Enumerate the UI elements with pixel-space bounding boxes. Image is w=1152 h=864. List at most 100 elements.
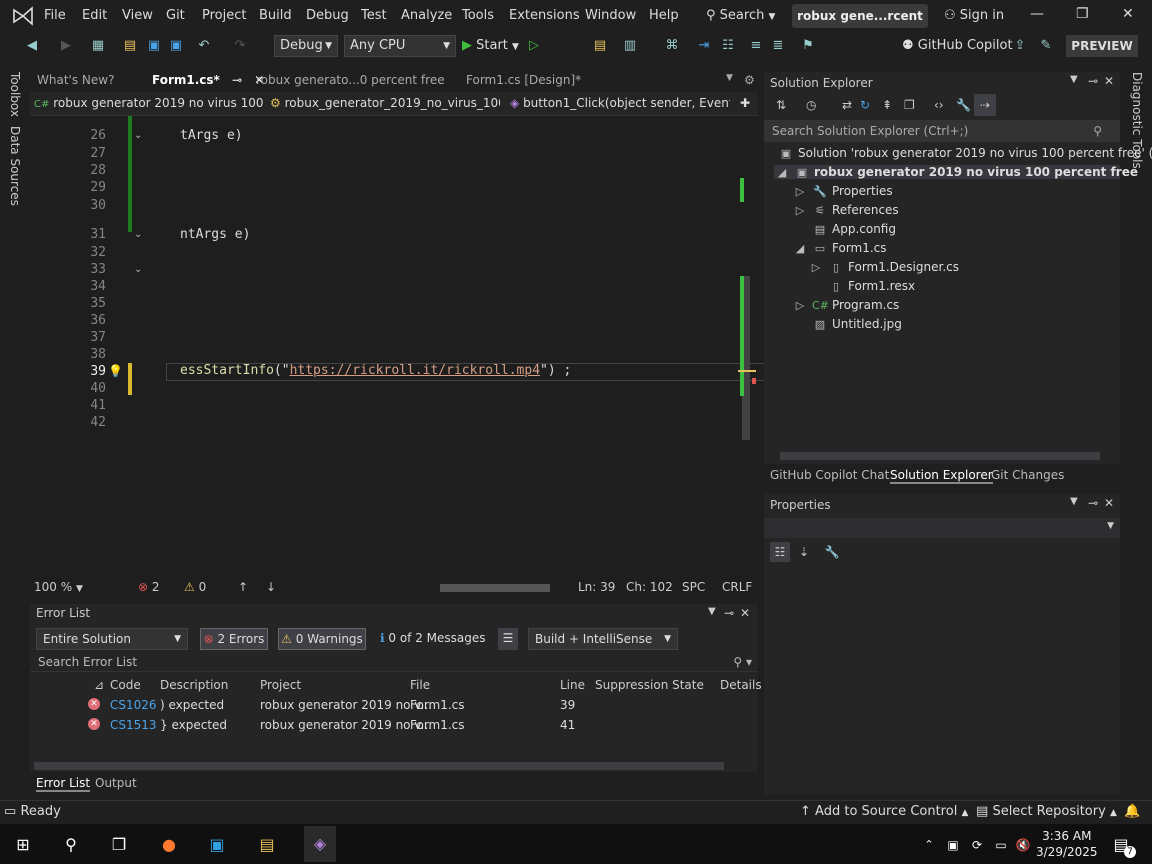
error-code-link[interactable]: CS1026	[110, 698, 157, 712]
tab-error-list[interactable]: Error List	[36, 776, 91, 792]
chevron-up-icon[interactable]: ⌃	[918, 834, 940, 856]
column-header-file[interactable]: File	[410, 678, 430, 692]
pin-icon[interactable]: ⊸	[724, 606, 734, 620]
property-pages-icon[interactable]: 🔧	[822, 542, 842, 562]
errors-indicator[interactable]: ⊗ 2	[138, 580, 160, 594]
build-source-select[interactable]: Build + IntelliSense ▼	[528, 628, 678, 650]
comment-icon[interactable]: ≡	[748, 38, 764, 54]
notifications-bell-icon[interactable]: 🔔	[1124, 804, 1140, 819]
platform-select[interactable]: Any CPU ▼	[344, 35, 456, 57]
alphabetical-icon[interactable]: ⇣	[794, 542, 814, 562]
close-icon[interactable]: ✕	[740, 606, 750, 620]
visual-studio-taskbar-icon[interactable]: ◈	[304, 826, 336, 862]
refresh-icon[interactable]: ↻	[860, 98, 870, 112]
toolbox-tab[interactable]: Toolbox	[8, 72, 22, 117]
whitespace-indicator[interactable]: SPC	[682, 580, 705, 594]
tab-robux-project[interactable]: robux generato...0 percent free	[256, 73, 445, 87]
tray-update-icon[interactable]: ⟳	[966, 834, 988, 856]
line-indicator[interactable]: Ln: 39	[578, 580, 615, 594]
share-icon[interactable]: ⇪	[1012, 38, 1028, 54]
configuration-select[interactable]: Debug ▼	[274, 35, 338, 57]
system-clock[interactable]: 3:36 AM 3/29/2025	[1036, 828, 1098, 860]
data-sources-tab[interactable]: Data Sources	[8, 126, 22, 206]
start-button[interactable]: ▶ Start ▼	[462, 38, 519, 53]
format-icon[interactable]: ☷	[720, 38, 736, 54]
minimize-icon[interactable]: —	[1030, 6, 1044, 22]
chevron-down-icon[interactable]: ▼	[1070, 496, 1078, 507]
messages-filter-button[interactable]: ℹ 0 of 2 Messages	[380, 628, 486, 650]
add-to-source-control-button[interactable]: ↑ Add to Source Control ▲	[800, 804, 968, 819]
network-icon[interactable]: ▭	[990, 834, 1012, 856]
bookmark-flag-icon[interactable]: ⚑	[800, 38, 816, 54]
error-code-link[interactable]: CS1513	[110, 718, 157, 732]
windows-start-icon[interactable]: ⊞	[12, 834, 34, 856]
history-icon[interactable]: ◷	[806, 98, 816, 112]
menu-window[interactable]: Window	[585, 8, 636, 23]
menu-file[interactable]: File	[44, 8, 66, 23]
open-folder-icon[interactable]: ▤	[122, 38, 138, 54]
tree-form1-designer[interactable]: ▷ ▯ Form1.Designer.cs	[808, 260, 959, 274]
menu-debug[interactable]: Debug	[306, 8, 349, 23]
collapse-icon[interactable]: ⌄	[134, 229, 142, 240]
code-url-link[interactable]: https://rickroll.it/rickroll.mp4	[290, 363, 540, 378]
menu-project[interactable]: Project	[202, 8, 246, 23]
menu-help[interactable]: Help	[649, 8, 679, 23]
menu-edit[interactable]: Edit	[82, 8, 107, 23]
menu-git[interactable]: Git	[166, 8, 185, 23]
feedback-icon[interactable]: ✎	[1038, 38, 1054, 54]
pin-icon[interactable]: ⊸	[1088, 496, 1098, 510]
menu-build[interactable]: Build	[259, 8, 292, 23]
tree-untitled-jpg[interactable]: ▨ Untitled.jpg	[812, 317, 902, 331]
preview-badge[interactable]: PREVIEW	[1066, 35, 1138, 57]
menu-test[interactable]: Test	[361, 8, 387, 23]
back-icon[interactable]: ◀	[24, 38, 40, 54]
menu-analyze[interactable]: Analyze	[401, 8, 452, 23]
volume-muted-icon[interactable]: 🔇	[1012, 834, 1034, 856]
column-filter-icon[interactable]: ⊿	[94, 678, 104, 692]
restore-icon[interactable]: ❐	[1076, 6, 1089, 22]
tree-program-cs[interactable]: ▷ C# Program.cs	[792, 298, 900, 312]
save-icon[interactable]: ▣	[146, 38, 162, 54]
menu-view[interactable]: View	[122, 8, 153, 23]
chevron-down-icon[interactable]: ▼	[708, 606, 716, 617]
error-scope-select[interactable]: Entire Solution ▼	[36, 628, 188, 650]
tree-properties[interactable]: ▷ 🔧 Properties	[792, 184, 893, 198]
tab-solution-explorer[interactable]: Solution Explorer	[890, 468, 993, 484]
collapse-icon[interactable]: ⌄	[134, 130, 142, 141]
undo-icon[interactable]: ↶	[196, 38, 212, 54]
tab-form1-cs[interactable]: Form1.cs* ⊸ ✕	[152, 73, 264, 87]
error-search-input[interactable]: Search Error List ⚲ ▾	[30, 652, 758, 672]
column-header-line[interactable]: Line	[560, 678, 585, 692]
save-all-icon[interactable]: ▣	[168, 38, 184, 54]
pin-icon[interactable]: ⊸	[232, 73, 242, 87]
properties-wrench-icon[interactable]: 🔧	[956, 98, 971, 112]
select-repository-button[interactable]: ▤ Select Repository ▲	[976, 804, 1117, 819]
project-dropdown[interactable]: C# robux generator 2019 no virus 100 per	[34, 96, 264, 110]
forward-icon[interactable]: ▶	[58, 38, 74, 54]
bookmark-icon[interactable]: ⌘	[664, 38, 680, 54]
code-editor[interactable]: 26 ⌄ tArgs e) 27 28 29 30 31 ⌄ ntArgs e)…	[30, 116, 766, 578]
errors-filter-button[interactable]: ⊗ 2 Errors	[200, 628, 268, 650]
show-all-files-icon[interactable]: ❐	[904, 98, 915, 112]
tray-app-icon[interactable]: ▣	[942, 834, 964, 856]
chevron-down-icon[interactable]: ▼	[1070, 74, 1078, 85]
tab-overflow-chevron-icon[interactable]: ▼	[726, 73, 733, 83]
code-view-icon[interactable]: ‹›	[934, 98, 944, 112]
gear-icon[interactable]: ⚙	[744, 73, 755, 87]
tab-output[interactable]: Output	[95, 776, 137, 790]
menu-tools[interactable]: Tools	[462, 8, 494, 23]
lightbulb-icon[interactable]: 💡	[108, 364, 123, 378]
preview-selected-icon[interactable]: ⇢	[974, 94, 996, 116]
file-explorer-icon[interactable]: ▤	[256, 834, 278, 856]
line-ending-indicator[interactable]: CRLF	[722, 580, 752, 594]
step-icon[interactable]: ⇥	[696, 38, 712, 54]
column-header-details[interactable]: Details	[720, 678, 762, 692]
split-icon[interactable]: ✚	[740, 96, 750, 110]
uncomment-icon[interactable]: ≣	[770, 38, 786, 54]
new-project-icon[interactable]: ▦	[90, 38, 106, 54]
column-header-project[interactable]: Project	[260, 678, 301, 692]
switch-view-icon[interactable]: ⇄	[842, 98, 852, 112]
column-header-code[interactable]: Code	[110, 678, 141, 692]
start-without-debugging-icon[interactable]: ▷	[526, 38, 542, 54]
member-dropdown[interactable]: ◈ button1_Click(object sender, EventAr	[510, 96, 730, 110]
